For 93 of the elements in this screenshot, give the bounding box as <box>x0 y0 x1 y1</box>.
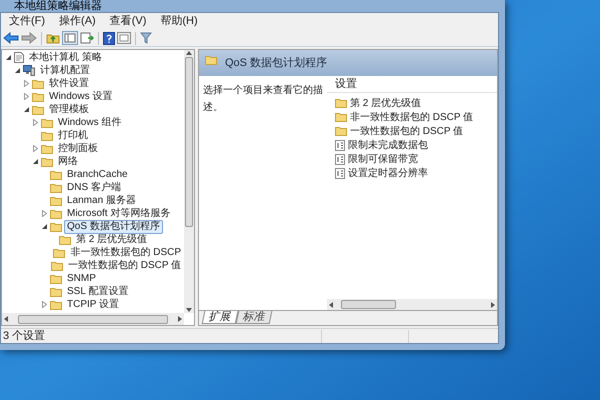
folder-icon <box>205 55 217 65</box>
folder-icon <box>50 182 62 192</box>
tree-item[interactable]: 网络 <box>55 154 81 168</box>
tree-item[interactable]: 非一致性数据包的 DSCP <box>67 246 184 260</box>
expand-arrow-icon[interactable] <box>42 301 46 308</box>
folder-icon <box>32 104 44 114</box>
collapse-arrow-icon[interactable] <box>24 107 28 112</box>
tree-item[interactable]: Lanman 服务器 <box>64 194 139 208</box>
tree-item[interactable]: 计算机配置 <box>37 64 93 78</box>
folder-icon <box>335 126 347 136</box>
policy-icon <box>14 52 24 63</box>
folder-icon <box>32 92 44 102</box>
scroll-thumb[interactable] <box>18 314 168 324</box>
scroll-thumb[interactable] <box>341 300 396 309</box>
description-text: 选择一个项目来查看它的描述。 <box>203 85 323 112</box>
folder-icon <box>50 274 62 284</box>
folder-icon <box>59 234 71 244</box>
folder-icon <box>41 144 53 154</box>
help-icon[interactable] <box>103 32 115 44</box>
setting-item[interactable]: 一致性数据包的 DSCP 值 <box>350 124 464 138</box>
tree-item[interactable]: SNMP <box>64 272 99 286</box>
setting-item[interactable]: 限制未完成数据包 <box>348 138 428 152</box>
scroll-down-icon[interactable] <box>186 308 192 312</box>
tree-item[interactable]: Windows 组件 <box>55 116 124 130</box>
folder-icon <box>41 118 53 128</box>
scroll-thumb[interactable] <box>185 56 193 226</box>
status-text: 3 个设置 <box>2 328 46 344</box>
folder-icon <box>335 112 347 122</box>
setting-item[interactable]: 限制可保留带宽 <box>348 152 418 166</box>
tree-item[interactable]: 第 2 层优先级值 <box>73 232 150 246</box>
export-list-icon[interactable] <box>80 32 94 44</box>
folder-up-icon[interactable] <box>46 32 60 44</box>
scroll-left-icon[interactable] <box>4 316 8 322</box>
tree-pane-icon[interactable] <box>62 31 78 45</box>
tree-item[interactable]: 管理模板 <box>46 102 92 116</box>
vertical-scrollbar[interactable] <box>184 50 194 313</box>
computer-icon <box>23 65 35 76</box>
tree-item[interactable]: TCPIP 设置 <box>64 298 122 312</box>
tree-item[interactable]: SSL 配置设置 <box>64 284 132 298</box>
horizontal-scrollbar[interactable] <box>2 313 184 325</box>
setting-item[interactable]: 设置定时器分辨率 <box>348 166 428 180</box>
folder-icon <box>51 260 63 270</box>
tab[interactable]: 扩展 <box>202 311 238 324</box>
expand-arrow-icon[interactable] <box>42 210 46 217</box>
folder-icon <box>41 130 53 140</box>
window-title: 本地组策略编辑器 <box>14 0 102 12</box>
menu-item[interactable]: 查看(V) <box>104 14 152 29</box>
collapse-arrow-icon[interactable] <box>32 159 38 164</box>
folder-icon <box>50 196 62 206</box>
scroll-right-icon[interactable] <box>178 316 182 322</box>
back-icon[interactable] <box>3 32 19 44</box>
setting-icon <box>335 140 345 150</box>
folder-icon <box>50 170 62 180</box>
filter-icon[interactable] <box>140 32 152 44</box>
folder-icon <box>41 156 53 166</box>
scroll-left-icon[interactable] <box>329 302 333 308</box>
folder-icon <box>335 98 347 108</box>
setting-item[interactable]: 第 2 层优先级值 <box>350 96 422 110</box>
horizontal-scrollbar[interactable] <box>327 299 497 310</box>
expand-arrow-icon[interactable] <box>24 93 28 100</box>
scroll-right-icon[interactable] <box>491 302 495 308</box>
collapse-arrow-icon[interactable] <box>6 55 10 60</box>
folder-icon <box>53 248 66 258</box>
menu-item[interactable]: 文件(F) <box>3 14 52 29</box>
tree-item[interactable]: 控制面板 <box>55 142 101 156</box>
tree-item[interactable]: BranchCache <box>64 168 131 182</box>
tree-item[interactable]: 本地计算机 策略 <box>26 50 105 64</box>
column-header[interactable]: 设置 <box>335 76 357 92</box>
tree-item[interactable]: 打印机 <box>55 128 91 142</box>
expand-arrow-icon[interactable] <box>32 145 38 152</box>
menu-item[interactable]: 帮助(H) <box>154 14 204 29</box>
folder-icon <box>32 78 44 88</box>
collapse-arrow-icon[interactable] <box>42 224 46 229</box>
folder-icon <box>50 300 62 310</box>
menu-item[interactable]: 操作(A) <box>53 14 102 29</box>
tree-item[interactable]: 一致性数据包的 DSCP 值 <box>65 258 184 272</box>
setting-item[interactable]: 非一致性数据包的 DSCP 值 <box>350 110 474 124</box>
tree-item[interactable]: 软件设置 <box>46 76 92 90</box>
detail-title: QoS 数据包计划程序 <box>225 56 328 71</box>
expand-arrow-icon[interactable] <box>24 80 28 87</box>
tree-item[interactable]: DNS 客户端 <box>64 180 124 194</box>
folder-icon <box>50 222 62 232</box>
expand-arrow-icon[interactable] <box>32 119 38 126</box>
setting-icon <box>335 154 345 164</box>
folder-icon <box>50 286 62 296</box>
tree-item[interactable]: QoS 数据包计划程序 <box>64 220 163 234</box>
tree-item[interactable]: Microsoft 对等网络服务 <box>64 206 174 220</box>
tree-item[interactable]: Windows 设置 <box>46 90 116 104</box>
setting-icon <box>335 168 345 178</box>
forward-icon[interactable] <box>21 32 37 44</box>
tab[interactable]: 标准 <box>236 311 272 324</box>
collapse-arrow-icon[interactable] <box>14 68 20 73</box>
folder-icon <box>50 208 62 218</box>
